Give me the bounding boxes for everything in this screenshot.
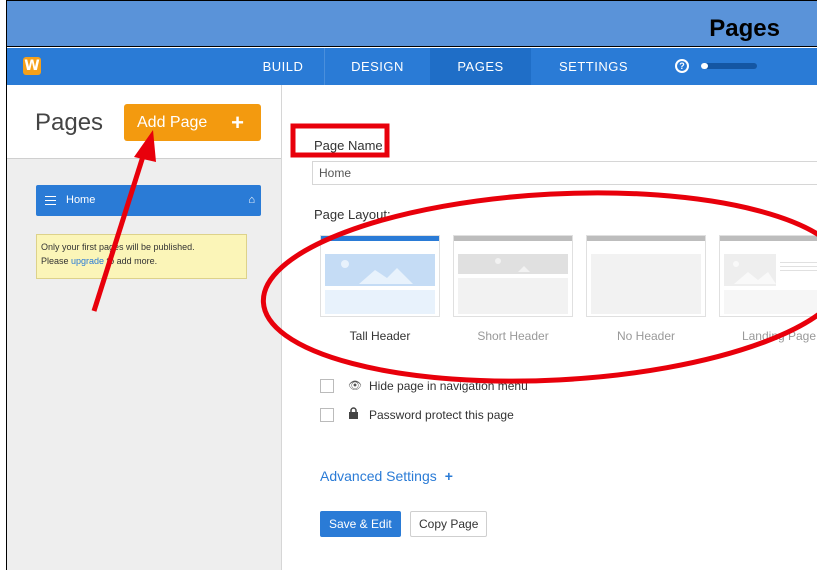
notice-text-3: Please [41,256,72,266]
add-page-button[interactable]: Add Page + [124,104,261,141]
notice-text-2: pages will be published. [99,242,195,252]
save-and-edit-button[interactable]: Save & Edit [320,511,401,537]
layout-card-topbar [321,236,439,241]
layout-preview-hero [724,254,776,286]
layout-card-topbar [720,236,817,241]
page-settings-panel: Page Name Home Page Layout: Tall Header … [283,85,817,570]
progress-fill [701,63,708,69]
add-page-label: Add Page [137,114,208,131]
layout-name-tall-header[interactable]: Tall Header [320,329,440,343]
layout-preview-hero [458,254,568,274]
upgrade-link[interactable]: upgrade [71,256,104,266]
eye-hidden-icon: 👁 [348,380,362,392]
password-protect-label: Password protect this page [369,408,514,422]
layout-card-topbar [454,236,572,241]
sidebar-header: Pages Add Page + [7,85,281,159]
sidebar-title: Pages [35,109,104,136]
upgrade-notice: Only your first pages will be published.… [36,234,247,279]
drag-menu-icon[interactable] [45,196,56,205]
layout-name-no-header[interactable]: No Header [586,329,706,343]
layout-card-topbar [587,236,705,241]
layout-name-short-header[interactable]: Short Header [453,329,573,343]
advanced-settings-link[interactable]: Advanced Settings + [320,468,453,484]
image-placeholder-icon [733,261,776,284]
page-layout-label: Page Layout: [314,207,391,222]
layout-preview-hero [325,254,435,286]
layout-preview-body [458,278,568,314]
hide-in-nav-checkbox[interactable] [320,379,334,393]
setup-progress-bar [701,63,757,69]
hide-in-nav-label: Hide page in navigation menu [369,379,528,393]
layout-card-no-header[interactable] [586,235,706,317]
layout-preview-text-lines [780,262,817,263]
notice-text-4: to add more. [104,256,158,266]
nav-design[interactable]: DESIGN [324,48,430,85]
plus-icon: + [231,110,244,135]
nav-build[interactable]: BUILD [242,48,324,85]
notice-text-1: Only your first [41,242,100,252]
page-list-item-home[interactable]: Home ⌂ [36,185,261,216]
copy-page-button[interactable]: Copy Page [410,511,488,537]
weebly-logo-icon[interactable]: W [23,57,41,75]
nav-pages[interactable]: PAGES [430,48,531,85]
help-icon[interactable]: ? [675,59,689,73]
layout-preview-body [724,290,817,314]
password-protect-checkbox[interactable] [320,408,334,422]
screenshot-frame: Pages W BUILD DESIGN PAGES SETTINGS ? Pa… [6,0,817,570]
home-icon: ⌂ [248,194,255,206]
layout-name-landing-page[interactable]: Landing Page [719,329,817,343]
layout-card-landing-page[interactable] [719,235,817,317]
page-list-item-label: Home [66,194,96,206]
layout-card-tall-header[interactable] [320,235,440,317]
top-navigation-bar: W BUILD DESIGN PAGES SETTINGS ? [7,48,817,85]
layout-preview-body [325,290,435,314]
expand-plus-icon: + [444,468,453,484]
image-placeholder-icon [341,260,413,284]
page-name-input[interactable]: Home [312,161,817,185]
advanced-settings-label: Advanced Settings [320,468,437,484]
title-banner: Pages [7,1,817,47]
lock-icon [348,407,359,424]
page-name-label: Page Name [314,138,383,153]
layout-preview-body [591,254,701,314]
nav-settings[interactable]: SETTINGS [531,48,656,85]
pages-sidebar: Pages Add Page + Home ⌂ Only your first … [7,85,282,570]
banner-title: Pages [709,15,780,42]
image-placeholder-icon [495,258,530,272]
layout-card-short-header[interactable] [453,235,573,317]
